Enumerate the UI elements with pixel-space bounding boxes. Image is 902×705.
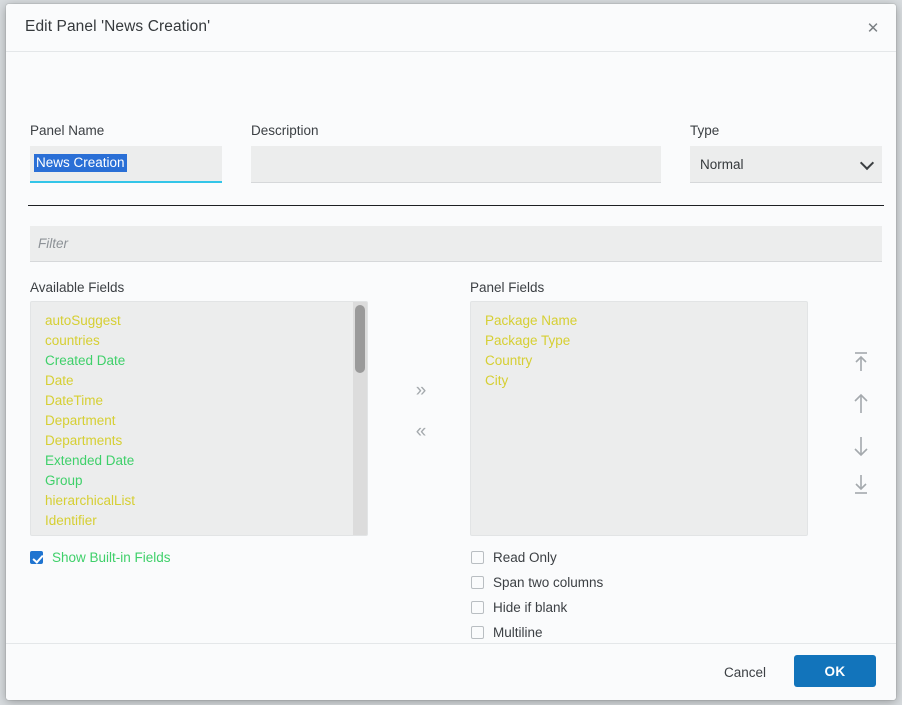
description-label: Description: [251, 123, 319, 138]
checkbox-box: [471, 626, 484, 639]
panel-fields-items: Package Name Package Type Country City: [471, 311, 807, 391]
type-select[interactable]: Normal: [690, 146, 882, 183]
panel-name-label: Panel Name: [30, 123, 105, 138]
available-fields-list[interactable]: autoSuggest countries Created Date Date Date…: [30, 301, 368, 536]
multiline-checkbox[interactable]: Multiline: [471, 625, 543, 640]
list-item[interactable]: Group: [45, 471, 367, 491]
remove-field-button[interactable]: «: [404, 418, 438, 446]
list-item[interactable]: Date: [45, 371, 367, 391]
move-down-button[interactable]: [844, 430, 878, 462]
read-only-checkbox[interactable]: Read Only: [471, 550, 557, 565]
type-label: Type: [690, 123, 720, 138]
available-fields-label: Available Fields: [30, 280, 125, 295]
filter-input[interactable]: [30, 226, 882, 262]
chevron-double-right-icon: »: [415, 380, 427, 401]
list-item[interactable]: City: [485, 371, 807, 391]
description-input[interactable]: [251, 146, 661, 183]
checkbox-box: [471, 576, 484, 589]
list-item[interactable]: DateTime: [45, 391, 367, 411]
list-item[interactable]: Departments: [45, 431, 367, 451]
arrow-down-icon: [854, 437, 868, 457]
list-item[interactable]: Country: [485, 351, 807, 371]
move-to-bottom-button[interactable]: [844, 469, 878, 501]
show-builtin-fields-label: Show Built-in Fields: [52, 550, 171, 565]
checkbox-box: [471, 551, 484, 564]
span-two-columns-checkbox[interactable]: Span two columns: [471, 575, 603, 590]
list-item[interactable]: Package Name: [485, 311, 807, 331]
chevron-double-left-icon: «: [415, 421, 427, 442]
arrow-up-icon: [854, 393, 868, 413]
hide-if-blank-checkbox[interactable]: Hide if blank: [471, 600, 567, 615]
move-up-button[interactable]: [844, 388, 878, 420]
arrow-to-bottom-icon: [855, 475, 867, 494]
list-item[interactable]: autoSuggest: [45, 311, 367, 331]
move-to-top-button[interactable]: [844, 346, 878, 378]
add-field-button[interactable]: »: [404, 377, 438, 405]
available-fields-items: autoSuggest countries Created Date Date Date…: [31, 311, 367, 531]
panel-fields-label: Panel Fields: [470, 280, 545, 295]
panel-name-input[interactable]: News Creation: [30, 146, 222, 183]
available-fields-scrollbar[interactable]: [353, 302, 367, 535]
read-only-label: Read Only: [493, 550, 557, 565]
list-item[interactable]: hierarchicalList: [45, 491, 367, 511]
ok-button[interactable]: OK: [794, 655, 876, 687]
panel-name-value: News Creation: [34, 154, 127, 172]
dialog-body: Panel Name News Creation Description Typ…: [6, 52, 896, 665]
list-item[interactable]: Created Date: [45, 351, 367, 371]
list-item[interactable]: Package Type: [485, 331, 807, 351]
section-divider: [28, 205, 884, 206]
list-item[interactable]: Department: [45, 411, 367, 431]
close-icon[interactable]: ✕: [859, 14, 887, 42]
list-item[interactable]: Identifier: [45, 511, 367, 531]
hide-if-blank-label: Hide if blank: [493, 600, 568, 615]
arrow-to-top-icon: [855, 352, 867, 371]
dialog-header: Edit Panel 'News Creation' ✕: [6, 4, 896, 52]
dialog-title: Edit Panel 'News Creation': [25, 18, 211, 35]
list-item[interactable]: countries: [45, 331, 367, 351]
checkbox-box: [471, 601, 484, 614]
multiline-label: Multiline: [493, 625, 543, 640]
scrollbar-thumb[interactable]: [355, 305, 365, 373]
cancel-button[interactable]: Cancel: [716, 659, 774, 686]
list-item[interactable]: Extended Date: [45, 451, 367, 471]
checkbox-box: [30, 551, 43, 564]
dialog-footer: Cancel OK: [6, 643, 896, 700]
show-builtin-fields-checkbox[interactable]: Show Built-in Fields: [30, 550, 171, 565]
span-two-columns-label: Span two columns: [493, 575, 604, 590]
edit-panel-dialog: Edit Panel 'News Creation' ✕ Panel Name …: [6, 4, 896, 700]
panel-fields-list[interactable]: Package Name Package Type Country City: [470, 301, 808, 536]
